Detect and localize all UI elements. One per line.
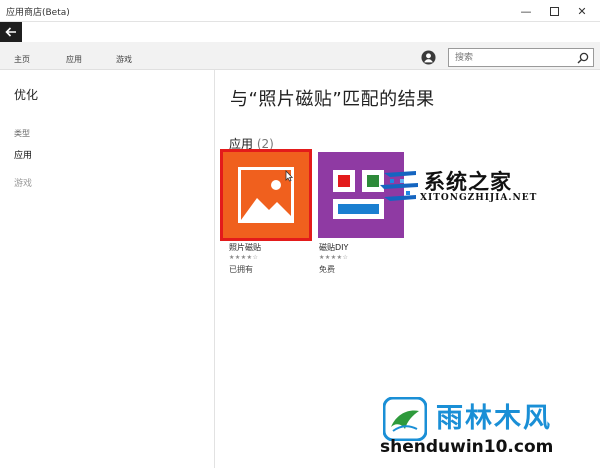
watermark-leaf-logo-icon <box>383 397 427 441</box>
app-price: 已拥有 <box>229 265 253 274</box>
app-name[interactable]: 磁贴DIY <box>319 242 348 253</box>
watermark-domain: shenduwin10.com <box>380 437 554 457</box>
close-icon: ✕ <box>577 4 587 18</box>
nav-games[interactable]: 游戏 <box>116 54 132 65</box>
app-rating: ★★★★☆ <box>229 254 259 261</box>
category-games[interactable]: 游戏 <box>14 176 32 189</box>
refine-title: 优化 <box>14 88 39 102</box>
user-avatar-icon[interactable] <box>421 50 436 65</box>
section-count: (2) <box>256 137 274 151</box>
nav-home[interactable]: 主页 <box>14 54 30 65</box>
watermark-brand-name: 雨林木风 <box>436 403 552 434</box>
search-box <box>448 48 594 67</box>
category-apps[interactable]: 应用 <box>14 148 32 161</box>
minimize-icon: — <box>520 4 532 18</box>
watermark-site-url: XITONGZHIJIA.NET <box>420 193 538 203</box>
sidebar: 优化 类型 应用 游戏 <box>0 70 215 468</box>
watermark-site-name: 系统之家 <box>424 169 512 194</box>
back-button[interactable] <box>0 22 22 42</box>
mouse-cursor-icon <box>285 170 293 182</box>
nav-apps[interactable]: 应用 <box>66 54 82 65</box>
app-rating: ★★★★☆ <box>319 254 349 261</box>
app-price: 免费 <box>319 265 335 274</box>
maximize-icon <box>549 6 559 16</box>
app-tile-photo-tiles[interactable] <box>220 149 312 241</box>
section-label: 应用 <box>229 137 254 151</box>
window-title: 应用商店(Beta) <box>6 8 70 18</box>
title-bar: 应用商店(Beta) — ✕ <box>0 0 600 22</box>
section-header[interactable]: 应用 (2) <box>229 135 274 152</box>
minimize-button[interactable]: — <box>512 0 540 22</box>
search-input[interactable] <box>449 49 569 66</box>
app-name[interactable]: 照片磁贴 <box>229 242 261 253</box>
close-button[interactable]: ✕ <box>568 0 596 22</box>
arrow-left-icon <box>5 27 16 37</box>
results-title: 与“照片磁贴”匹配的结果 <box>230 89 435 110</box>
category-label: 类型 <box>14 129 30 138</box>
magnifier-icon[interactable] <box>577 52 589 64</box>
maximize-button[interactable] <box>540 0 568 22</box>
